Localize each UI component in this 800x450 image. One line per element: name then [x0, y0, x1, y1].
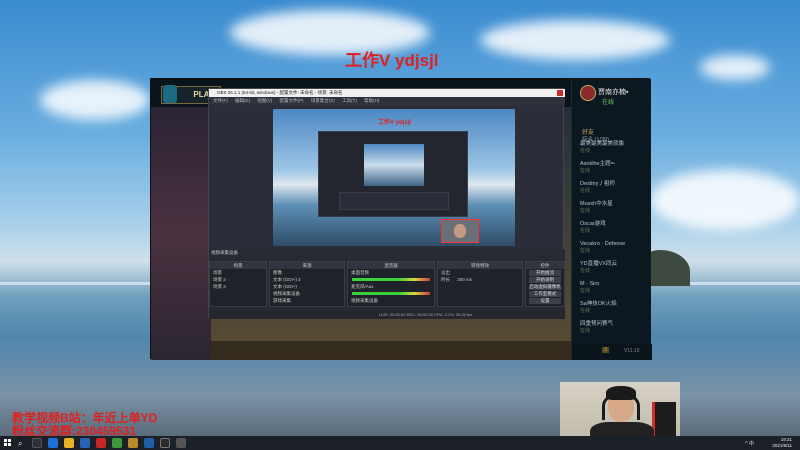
store-icon[interactable]	[80, 438, 90, 448]
system-tray[interactable]: ^ 中	[745, 440, 754, 447]
sources-header: 来源	[270, 262, 344, 269]
mixer-header: 混音器	[348, 262, 434, 269]
transitions-dock: 转场特效 淡出 时长 300 ms	[437, 261, 523, 307]
profile-status: 在线	[602, 100, 615, 106]
list-item[interactable]: Oscar游戏 在线	[580, 221, 650, 235]
league-client-icon[interactable]	[128, 438, 138, 448]
stream-overlay-bottom: 教学视频B站：年近上单YD 粉丝交流群:230459531	[12, 412, 157, 438]
menu-edit[interactable]: 编辑(E)	[235, 98, 250, 103]
app-icon-blue[interactable]	[144, 438, 154, 448]
headset-icon	[602, 392, 640, 420]
stream-overlay-top: 工作V ydjsjl	[345, 51, 439, 70]
app-icon-gray[interactable]	[176, 438, 186, 448]
controls-dock: 控件 开始推流 开始录制 启动虚拟摄像机 工作室模式 设置	[525, 261, 565, 307]
source-item[interactable]: 文本 (GDI+)	[270, 283, 344, 290]
cloud	[700, 55, 770, 80]
virtual-camera-button[interactable]: 启动虚拟摄像机	[529, 284, 561, 290]
obs-icon[interactable]	[160, 438, 170, 448]
scenes-header: 场景	[210, 262, 266, 269]
menu-scene-collection[interactable]: 场景集合(S)	[311, 98, 335, 103]
cloud	[40, 80, 150, 120]
scene-item[interactable]: 场景	[210, 269, 266, 276]
close-icon[interactable]	[557, 90, 563, 96]
list-item[interactable]: M · Siro 在线	[580, 281, 650, 295]
obs-title-bar: OBS 26.1.1 (64-bit, windows) - 配置文件: 未命名…	[209, 89, 565, 97]
start-recording-button[interactable]: 开始录制	[529, 277, 561, 283]
transition-select[interactable]: 淡出	[438, 269, 522, 276]
volume-meter[interactable]	[352, 278, 430, 281]
sources-dock: 来源 图像 文本 (GDI+) 2 文本 (GDI+) 视频采集设备 游戏采集	[269, 261, 345, 307]
taskbar: ⌕ ^ 中 19:21 2021/6/11	[0, 436, 800, 450]
obs-menu-bar: 文件(F) 编辑(E) 视图(V) 配置文件(P) 场景集合(S) 工具(T) …	[209, 97, 565, 105]
menu-profile[interactable]: 配置文件(P)	[280, 98, 304, 103]
obs-window[interactable]: OBS 26.1.1 (64-bit, windows) - 配置文件: 未命名…	[208, 88, 565, 319]
app-icon-red[interactable]	[96, 438, 106, 448]
clock-date: 2021/6/11	[772, 443, 792, 448]
edge-browser-icon[interactable]	[48, 438, 58, 448]
obs-docks: 视频采集设备 场景 场景 场景 2 场景 3 来源 图像 文本 (GDI+) 2…	[209, 249, 565, 319]
controls-header: 控件	[526, 262, 564, 269]
list-item[interactable]: Sa神技OK火焰 在线	[580, 301, 650, 315]
task-view-icon[interactable]	[32, 438, 42, 448]
selected-source-label: 视频采集设备	[211, 250, 238, 255]
obs-preview[interactable]: 工作V ydjsjl	[273, 109, 515, 246]
selected-source-row: 视频采集设备	[209, 249, 565, 257]
search-icon[interactable]: ⌕	[18, 439, 22, 449]
menu-tools[interactable]: 工具(T)	[342, 98, 357, 103]
mixer-track-label: 视频采集设备	[351, 298, 378, 303]
transition-duration-row: 时长 300 ms	[438, 276, 522, 283]
friends-footer: 3 V11.15	[572, 344, 652, 360]
menu-view[interactable]: 视图(V)	[257, 98, 272, 103]
settings-button[interactable]: 设置	[529, 298, 561, 304]
scene-item[interactable]: 场景 2	[210, 276, 266, 283]
source-item[interactable]: 图像	[270, 269, 344, 276]
volume-meter[interactable]	[352, 292, 430, 295]
cloud	[480, 20, 670, 60]
profile-name: 贾南亦楠▪	[598, 89, 629, 96]
source-item[interactable]: 视频采集设备	[270, 290, 344, 297]
preview-overlay-text: 工作V ydjsjl	[378, 120, 412, 126]
notification-count-badge[interactable]: 3	[602, 347, 609, 353]
game-logo-icon	[163, 85, 177, 103]
list-item[interactable]: Asnklhe主题=- 在线	[580, 161, 650, 175]
studio-mode-button[interactable]: 工作室模式	[529, 291, 561, 297]
file-explorer-icon[interactable]	[64, 438, 74, 448]
menu-file[interactable]: 文件(F)	[213, 98, 228, 103]
windows-start-icon[interactable]	[4, 439, 12, 447]
source-item[interactable]: 文本 (GDI+) 2	[270, 276, 344, 283]
friends-panel: 贾南亦楠▪ 在线 好友 综合 (1/39) 最美最美最美就像 在线 Asnklhe…	[571, 79, 652, 360]
scenes-dock: 场景 场景 场景 2 场景 3	[209, 261, 267, 307]
cloud	[650, 170, 800, 230]
scene-item[interactable]: 场景 3	[210, 283, 266, 290]
list-item[interactable]: YD直播VX同云 在线	[580, 261, 650, 275]
nested-docks	[339, 192, 449, 210]
client-left-art	[151, 107, 211, 360]
list-item[interactable]: Vecakro · Defense 在线	[580, 241, 650, 255]
transition-duration-field[interactable]: 300 ms	[457, 277, 472, 282]
start-streaming-button[interactable]: 开始推流	[529, 270, 561, 276]
transitions-header: 转场特效	[438, 262, 522, 269]
friends-list: 最美最美最美就像 在线 Asnklhe主题=- 在线 Destiny丿祖师 在线 Mu…	[580, 141, 650, 341]
webcam-face	[454, 224, 466, 238]
client-bottom-bar	[211, 341, 571, 360]
obs-status-bar: LIVE: 00:00:00 REC: 00:00:00 CPU: 2.1%, …	[209, 311, 565, 319]
nested-preview-image	[364, 144, 424, 186]
list-item[interactable]: 最美最美最美就像 在线	[580, 141, 650, 155]
mixer-dock: 混音器 桌面音频 麦克风/Aux 视频采集设备	[347, 261, 435, 307]
transition-duration-label: 时长	[441, 277, 450, 282]
mixer-track-label: 麦克风/Aux	[351, 284, 374, 289]
mixer-track-label: 桌面音频	[351, 270, 369, 275]
list-item[interactable]: 四重预问赛气 在线	[580, 321, 650, 335]
taskbar-clock[interactable]: 19:21 2021/6/11	[772, 437, 792, 449]
obs-title: OBS 26.1.1 (64-bit, windows) - 配置文件: 未命名…	[217, 90, 343, 95]
list-item[interactable]: Mussh中水星 在线	[580, 201, 650, 215]
list-item[interactable]: Destiny丿祖师 在线	[580, 181, 650, 195]
menu-help[interactable]: 帮助(H)	[364, 98, 379, 103]
source-item[interactable]: 游戏采集	[270, 297, 344, 304]
client-version: V11.15	[624, 348, 640, 354]
app-icon-green[interactable]	[112, 438, 122, 448]
avatar[interactable]	[580, 85, 596, 101]
webcam-source[interactable]	[441, 219, 479, 243]
nested-obs-preview	[318, 131, 468, 217]
